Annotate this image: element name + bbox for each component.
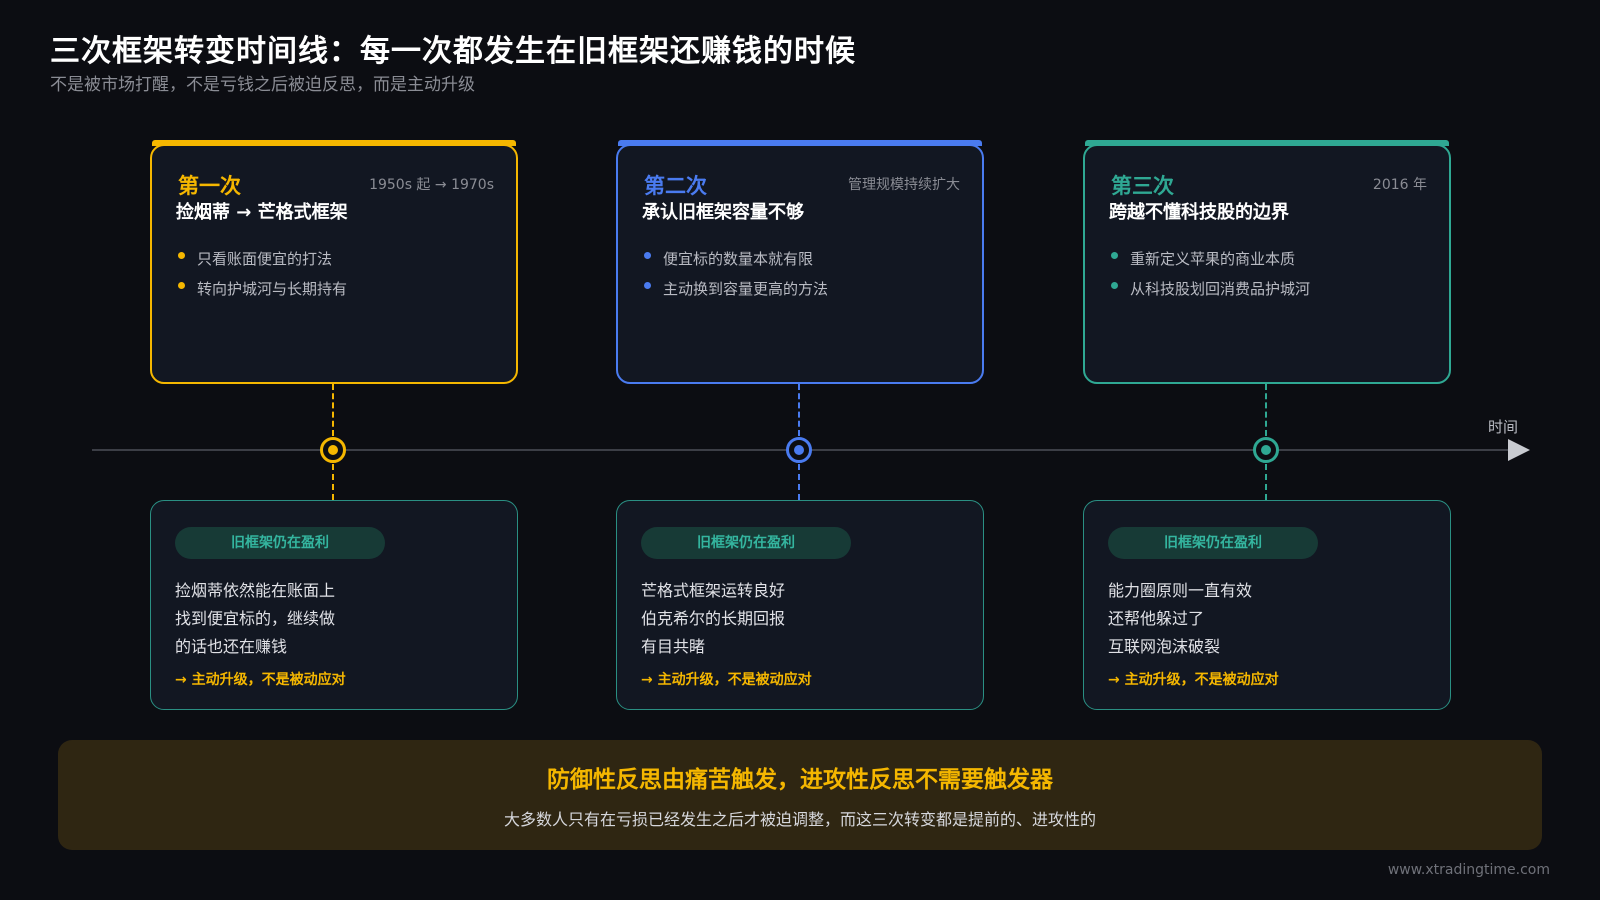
takeaway: → 主动升级，不是被动应对 xyxy=(175,672,346,688)
bullet-dot-icon xyxy=(1111,251,1118,259)
status-line: 捡烟蒂依然能在账面上 xyxy=(175,581,336,600)
bullet-text: 从科技股划回消费品护城河 xyxy=(1130,280,1311,298)
bullet-text: 主动换到容量更高的方法 xyxy=(663,280,829,298)
footer-site: www.xtradingtime.com xyxy=(1387,862,1550,878)
stage-name: 承认旧框架容量不够 xyxy=(642,202,804,223)
stage-status-card-3: 旧框架仍在盈利 能力圈原则一直有效 还帮他躲过了 互联网泡沫破裂 → 主动升级，… xyxy=(1083,500,1451,710)
list-item: 只看账面便宜的打法 xyxy=(178,244,347,274)
node-core xyxy=(794,445,804,455)
status-line: 找到便宜标的，继续做 xyxy=(175,609,336,628)
timeline-node-1 xyxy=(320,437,346,463)
bullet-dot-icon xyxy=(644,281,651,289)
stage-card-3: 第三次 2016 年 跨越不懂科技股的边界 重新定义苹果的商业本质 从科技股划回… xyxy=(1083,140,1451,384)
list-item: 主动换到容量更高的方法 xyxy=(644,274,828,304)
list-item: 转向护城河与长期持有 xyxy=(178,274,347,304)
status-line: 互联网泡沫破裂 xyxy=(1108,637,1221,656)
bullet-dot-icon xyxy=(1111,281,1118,289)
status-lines: 芒格式框架运转良好 伯克希尔的长期回报 有目共睹 xyxy=(641,577,785,661)
takeaway: → 主动升级，不是被动应对 xyxy=(1108,672,1279,688)
status-line: 芒格式框架运转良好 xyxy=(641,581,786,600)
stage-ordinal: 第一次 xyxy=(178,174,241,198)
connector-bottom-3 xyxy=(1265,464,1267,500)
status-lines: 捡烟蒂依然能在账面上 找到便宜标的，继续做 的话也还在赚钱 xyxy=(175,577,335,661)
stage-bullets: 只看账面便宜的打法 转向护城河与长期持有 xyxy=(178,244,347,304)
list-item: 重新定义苹果的商业本质 xyxy=(1111,244,1310,274)
stage-bullets: 便宜标的数量本就有限 主动换到容量更高的方法 xyxy=(644,244,828,304)
status-line: 还帮他躲过了 xyxy=(1108,609,1205,628)
node-core xyxy=(328,445,338,455)
bullet-text: 重新定义苹果的商业本质 xyxy=(1130,250,1296,268)
status-line: 有目共睹 xyxy=(641,637,706,656)
status-badge: 旧框架仍在盈利 xyxy=(641,527,851,559)
stage-ordinal: 第二次 xyxy=(644,174,707,198)
list-item: 便宜标的数量本就有限 xyxy=(644,244,828,274)
stage-accent-bar xyxy=(1085,140,1449,146)
node-core xyxy=(1261,445,1271,455)
stage-date: 管理规模持续扩大 xyxy=(848,177,960,193)
bullet-text: 只看账面便宜的打法 xyxy=(197,250,333,268)
timeline-node-2 xyxy=(786,437,812,463)
stage-card-2: 第二次 管理规模持续扩大 承认旧框架容量不够 便宜标的数量本就有限 主动换到容量… xyxy=(616,140,984,384)
bullet-dot-icon xyxy=(178,251,185,259)
summary-headline: 防御性反思由痛苦触发，进攻性反思不需要触发器 xyxy=(547,767,1053,793)
connector-bottom-1 xyxy=(332,464,334,500)
bullet-dot-icon xyxy=(178,281,185,289)
connector-bottom-2 xyxy=(798,464,800,500)
bullet-dot-icon xyxy=(644,251,651,259)
stage-accent-bar xyxy=(152,140,516,146)
stage-card-1: 第一次 1950s 起 → 1970s 捡烟蒂 → 芒格式框架 只看账面便宜的打… xyxy=(150,140,518,384)
page-title: 三次框架转变时间线：每一次都发生在旧框架还赚钱的时候 xyxy=(50,34,856,69)
stage-name: 跨越不懂科技股的边界 xyxy=(1109,202,1289,223)
timeline-node-3 xyxy=(1253,437,1279,463)
stage-date: 2016 年 xyxy=(1372,177,1427,193)
status-line: 能力圈原则一直有效 xyxy=(1108,581,1253,600)
timeline-axis-label: 时间 xyxy=(1488,418,1519,436)
status-lines: 能力圈原则一直有效 还帮他躲过了 互联网泡沫破裂 xyxy=(1108,577,1252,661)
bullet-text: 转向护城河与长期持有 xyxy=(197,280,348,298)
bullet-text: 便宜标的数量本就有限 xyxy=(663,250,814,268)
stage-name: 捡烟蒂 → 芒格式框架 xyxy=(176,202,348,223)
timeline-arrow-icon xyxy=(1508,439,1530,461)
stage-accent-bar xyxy=(618,140,982,146)
connector-top-3 xyxy=(1265,384,1267,436)
page-subtitle: 不是被市场打醒，不是亏钱之后被迫反思，而是主动升级 xyxy=(50,75,475,95)
status-badge: 旧框架仍在盈利 xyxy=(175,527,385,559)
takeaway: → 主动升级，不是被动应对 xyxy=(641,672,812,688)
status-line: 伯克希尔的长期回报 xyxy=(641,609,786,628)
summary-body: 大多数人只有在亏损已经发生之后才被迫调整，而这三次转变都是提前的、进攻性的 xyxy=(503,810,1096,829)
status-line: 的话也还在赚钱 xyxy=(175,637,288,656)
stage-status-card-1: 旧框架仍在盈利 捡烟蒂依然能在账面上 找到便宜标的，继续做 的话也还在赚钱 → … xyxy=(150,500,518,710)
connector-top-1 xyxy=(332,384,334,436)
list-item: 从科技股划回消费品护城河 xyxy=(1111,274,1310,304)
summary-panel: 防御性反思由痛苦触发，进攻性反思不需要触发器 大多数人只有在亏损已经发生之后才被… xyxy=(58,740,1542,850)
status-badge: 旧框架仍在盈利 xyxy=(1108,527,1318,559)
stage-date: 1950s 起 → 1970s xyxy=(369,177,494,193)
connector-top-2 xyxy=(798,384,800,436)
stage-bullets: 重新定义苹果的商业本质 从科技股划回消费品护城河 xyxy=(1111,244,1310,304)
stage-ordinal: 第三次 xyxy=(1111,174,1174,198)
stage-status-card-2: 旧框架仍在盈利 芒格式框架运转良好 伯克希尔的长期回报 有目共睹 → 主动升级，… xyxy=(616,500,984,710)
